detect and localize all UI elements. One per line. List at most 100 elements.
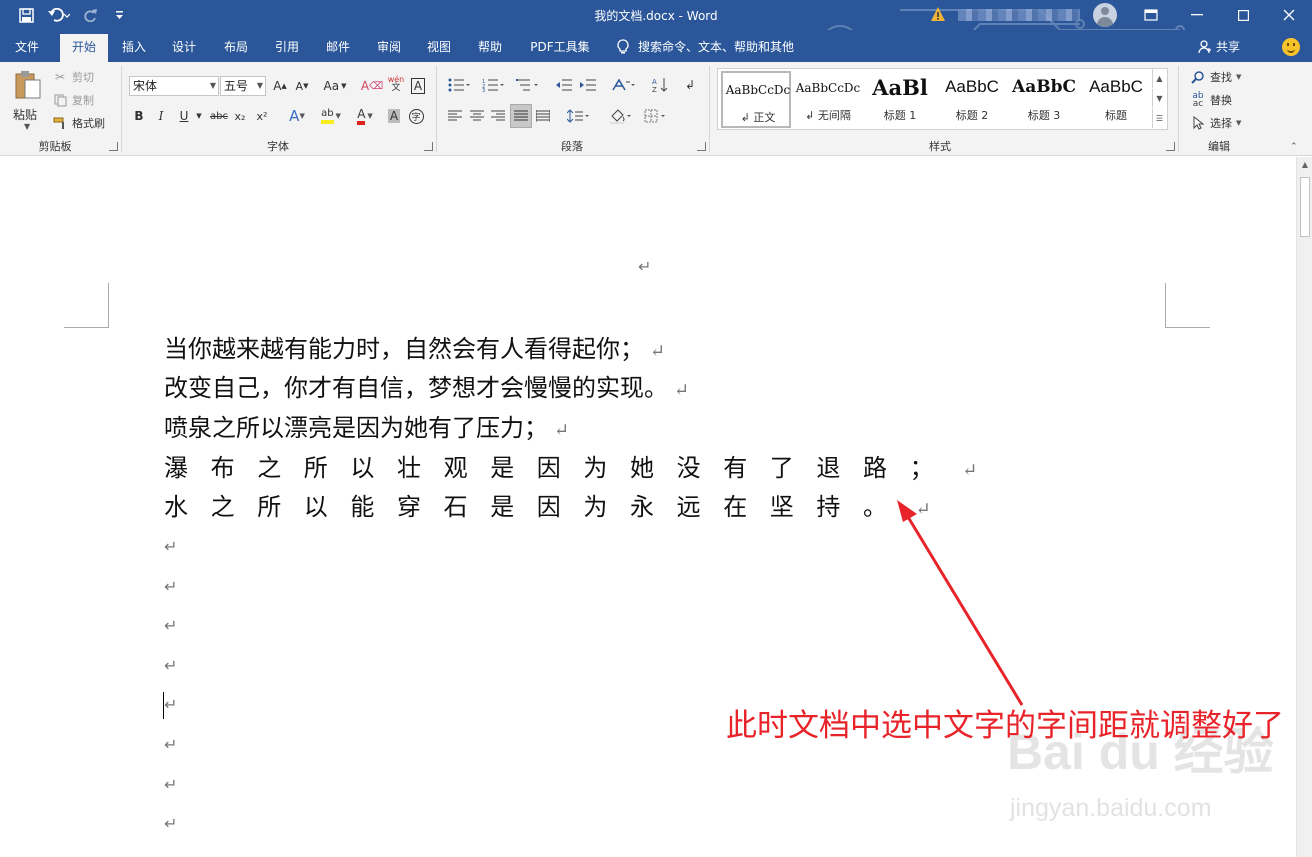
- decrease-indent-icon[interactable]: [554, 75, 574, 95]
- paste-dropdown-icon[interactable]: ▼: [24, 122, 30, 131]
- editing-group-label: 编辑: [1208, 140, 1230, 153]
- underline-button[interactable]: U: [176, 106, 192, 126]
- cut-label: 剪切: [72, 71, 94, 84]
- tell-me-search[interactable]: 搜索命令、文本、帮助和其他: [616, 34, 794, 60]
- clear-formatting-icon[interactable]: A ⌫: [361, 76, 383, 96]
- select-label: 选择: [1210, 117, 1232, 130]
- highlight-color-icon[interactable]: ab ▼: [316, 106, 346, 126]
- italic-button[interactable]: I: [153, 106, 169, 126]
- minimize-icon[interactable]: [1174, 0, 1220, 30]
- document-line[interactable]: 当你越来越有能力时，自然会有人看得起你； ↵: [164, 333, 665, 365]
- chinese-layout-icon[interactable]: [608, 75, 638, 95]
- font-color-icon[interactable]: A ▼: [350, 106, 380, 126]
- gallery-up-icon[interactable]: ▲: [1152, 69, 1166, 88]
- paste-button[interactable]: 粘贴 ▼: [8, 68, 48, 132]
- share-button[interactable]: 共享: [1198, 34, 1240, 60]
- document-line-spaced[interactable]: 水之所以能穿石是因为永远在坚持。 ↵: [164, 491, 931, 523]
- strikethrough-button[interactable]: abc: [207, 106, 231, 126]
- style-normal[interactable]: AaBbCcDc ↲ 正文: [721, 71, 791, 128]
- tab-help[interactable]: 帮助: [468, 34, 512, 62]
- style-heading-3[interactable]: AaBbC 标题 3: [1009, 71, 1079, 128]
- tab-home[interactable]: 开始: [60, 34, 108, 62]
- tab-review[interactable]: 审阅: [367, 34, 411, 62]
- scroll-up-icon[interactable]: ▲: [1297, 157, 1312, 173]
- tab-design[interactable]: 设计: [162, 34, 206, 62]
- styles-gallery: AaBbCcDc ↲ 正文 AaBbCcDc ↲ 无间隔 AaBl 标题 1 A…: [717, 68, 1168, 130]
- phonetic-guide-icon[interactable]: wén 文: [384, 74, 408, 94]
- style-title[interactable]: AaBbC 标题: [1081, 71, 1151, 128]
- svg-text:Z: Z: [652, 86, 657, 93]
- bullets-icon[interactable]: [444, 75, 474, 95]
- borders-icon[interactable]: [642, 106, 670, 126]
- style-preview: AaBbC: [1089, 77, 1143, 96]
- text-effects-icon[interactable]: A ▼: [284, 106, 310, 126]
- collapse-ribbon-icon[interactable]: ⌃: [1290, 142, 1298, 152]
- style-name: 标题: [1105, 109, 1127, 122]
- shading-icon[interactable]: [606, 106, 636, 126]
- paragraph-launcher-icon[interactable]: [697, 142, 706, 151]
- character-border-icon[interactable]: A: [408, 76, 428, 96]
- style-preview: AaBbC: [945, 77, 999, 96]
- styles-launcher-icon[interactable]: [1166, 142, 1175, 151]
- justify-icon[interactable]: [510, 104, 532, 128]
- style-name: ↲ 无间隔: [805, 109, 851, 122]
- font-launcher-icon[interactable]: [424, 142, 433, 151]
- style-no-spacing[interactable]: AaBbCcDc ↲ 无间隔: [793, 71, 863, 128]
- increase-indent-icon[interactable]: [578, 75, 598, 95]
- warning-icon[interactable]: [930, 6, 946, 22]
- chevron-down-icon: ▼: [256, 81, 263, 90]
- multilevel-list-icon[interactable]: [512, 75, 542, 95]
- tab-insert[interactable]: 插入: [112, 34, 156, 62]
- character-shading-icon[interactable]: A: [386, 106, 402, 126]
- align-left-icon[interactable]: [446, 106, 464, 126]
- paste-label: 粘贴: [13, 108, 38, 122]
- tab-references[interactable]: 引用: [265, 34, 309, 62]
- crop-mark: [108, 283, 109, 327]
- underline-dropdown-icon[interactable]: ▼: [194, 106, 204, 126]
- tab-layout[interactable]: 布局: [214, 34, 258, 62]
- tab-mailings[interactable]: 邮件: [316, 34, 360, 62]
- style-heading-2[interactable]: AaBbC 标题 2: [937, 71, 1007, 128]
- find-button[interactable]: 查找 ▼: [1190, 69, 1241, 85]
- style-heading-1[interactable]: AaBl 标题 1: [865, 71, 935, 128]
- format-painter-button[interactable]: 格式刷: [52, 115, 105, 131]
- tab-file[interactable]: 文件: [0, 34, 54, 62]
- select-button[interactable]: 选择 ▼: [1190, 115, 1241, 131]
- gallery-down-icon[interactable]: ▼: [1152, 89, 1166, 108]
- shrink-font-icon[interactable]: A ▼: [292, 76, 312, 96]
- document-line-spaced[interactable]: 瀑布之所以壮观是因为她没有了退路； ↵: [164, 452, 977, 484]
- close-icon[interactable]: [1266, 0, 1312, 30]
- document-line[interactable]: 喷泉之所以漂亮是因为她有了压力； ↵: [164, 412, 569, 444]
- change-case-button[interactable]: Aa ▼: [320, 76, 350, 96]
- superscript-button[interactable]: x²: [254, 106, 270, 126]
- maximize-icon[interactable]: [1220, 0, 1266, 30]
- bold-button[interactable]: B: [131, 106, 147, 126]
- copy-button[interactable]: 复制: [52, 92, 94, 108]
- tab-pdf-tools[interactable]: PDF工具集: [522, 34, 598, 62]
- scrollbar-thumb[interactable]: [1300, 177, 1310, 237]
- grow-font-icon[interactable]: A ▲: [270, 76, 290, 96]
- align-right-icon[interactable]: [489, 106, 507, 126]
- share-label: 共享: [1216, 40, 1241, 54]
- feedback-smiley-icon[interactable]: [1282, 38, 1300, 56]
- font-size-combo[interactable]: 五号 ▼: [220, 76, 266, 96]
- enclose-characters-icon[interactable]: 字: [406, 106, 426, 126]
- sort-icon[interactable]: AZ: [650, 75, 670, 95]
- distributed-icon[interactable]: [534, 106, 552, 126]
- subscript-button[interactable]: x₂: [232, 106, 248, 126]
- clipboard-launcher-icon[interactable]: [109, 142, 118, 151]
- document-line[interactable]: 改变自己，你才有自信，梦想才会慢慢的实现。 ↵: [164, 372, 689, 404]
- vertical-scrollbar[interactable]: ▲: [1296, 157, 1312, 857]
- copy-label: 复制: [72, 94, 94, 107]
- gallery-more-icon[interactable]: ☰: [1152, 109, 1166, 128]
- font-name-combo[interactable]: 宋体 ▼: [129, 76, 219, 96]
- numbering-icon[interactable]: 123: [478, 75, 508, 95]
- cut-button[interactable]: ✂ 剪切: [52, 69, 94, 85]
- tab-view[interactable]: 视图: [417, 34, 461, 62]
- avatar[interactable]: [1093, 3, 1117, 27]
- line-spacing-icon[interactable]: [564, 106, 594, 126]
- ribbon-options-icon[interactable]: [1128, 0, 1174, 30]
- align-center-icon[interactable]: [468, 106, 486, 126]
- replace-button[interactable]: ab ac 替换: [1190, 92, 1232, 109]
- show-marks-icon[interactable]: ↲: [680, 75, 700, 95]
